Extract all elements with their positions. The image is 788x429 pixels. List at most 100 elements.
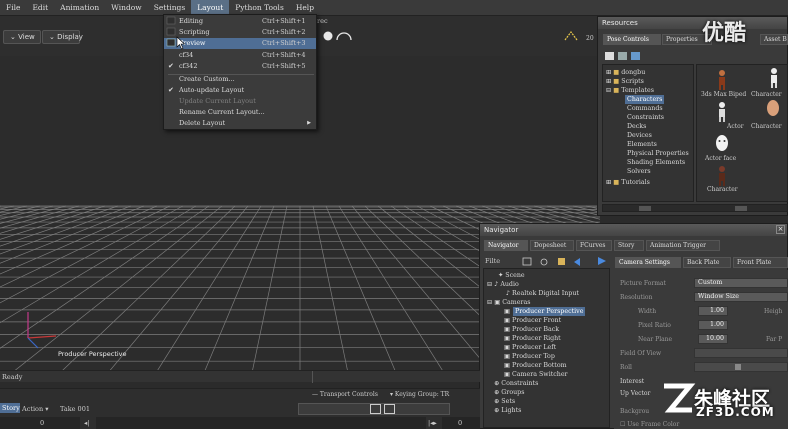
tree-item-templates[interactable]: ⊟ ■ Templates	[606, 86, 654, 95]
tree-item-characters[interactable]: Characters	[625, 95, 665, 104]
timeline-start-icon[interactable]: ◂|	[84, 419, 89, 427]
tree-item-producer-back[interactable]: ▣ Producer Back	[504, 325, 559, 334]
tab-navigator[interactable]: Navigator	[484, 240, 528, 251]
tab-animation-trigger[interactable]: Animation Trigger	[646, 240, 720, 251]
menu-edit[interactable]: Edit	[26, 0, 54, 16]
tree-item-producer-perspective[interactable]: Producer Perspective	[513, 307, 586, 316]
tree-item-sets[interactable]: ⊕ Sets	[494, 397, 515, 406]
layout-menu-update-current[interactable]: Update Current Layout	[164, 96, 316, 107]
layout-menu-dropdown: Editing Ctrl+Shift+1 Scripting Ctrl+Shift+…	[163, 14, 317, 130]
near-plane-label: Near Plane	[638, 336, 673, 343]
tab-story[interactable]: Story	[614, 240, 644, 251]
resources-scrollbar[interactable]	[602, 204, 788, 212]
tree-item-tutorials[interactable]: ⊞ ■ Tutorials	[606, 178, 650, 187]
tree-item-elements[interactable]: Elements	[627, 140, 657, 149]
layout-menu-cf34[interactable]: cf34 Ctrl+Shift+4	[164, 50, 316, 61]
tab-fcurves[interactable]: FCurves	[576, 240, 612, 251]
tree-item-producer-top[interactable]: ▣ Producer Top	[504, 352, 555, 361]
far-plane-label: Far P	[766, 336, 783, 343]
width-input[interactable]: 1.00	[698, 306, 728, 316]
tree-item-dongbu[interactable]: ⊞ ■ dongbu	[606, 68, 645, 77]
menu-window[interactable]: Window	[105, 0, 148, 16]
story-button[interactable]: Story	[0, 403, 20, 413]
viewport-camera-label: Producer Perspective	[58, 350, 127, 358]
scrollbar-thumb[interactable]	[735, 206, 747, 211]
character-asset-icon[interactable]	[765, 67, 783, 89]
tab-camera-settings[interactable]: Camera Settings	[615, 257, 681, 268]
forward-arrow-icon[interactable]	[596, 255, 608, 267]
field-of-view-slider[interactable]	[694, 348, 788, 358]
tree-item-constraints[interactable]: Constraints	[627, 113, 664, 122]
field-of-view-label: Field Of View	[620, 350, 662, 357]
layout-menu-rename-current[interactable]: Rename Current Layout...	[164, 107, 316, 118]
tree-item-solvers[interactable]: Solvers	[627, 167, 651, 176]
tab-back-plate[interactable]: Back Plate	[683, 257, 731, 268]
layout-menu-editing[interactable]: Editing Ctrl+Shift+1	[164, 16, 316, 27]
pixel-ratio-input[interactable]: 1.00	[698, 320, 728, 330]
layout-menu-preview[interactable]: Preview Ctrl+Shift+3	[164, 38, 316, 49]
tree-item-groups[interactable]: ⊕ Groups	[494, 388, 524, 397]
zoom-readout: 20	[586, 35, 594, 42]
resources-view-icons[interactable]	[604, 49, 664, 63]
tree-item-camera-switcher[interactable]: ▣ Camera Switcher	[504, 370, 568, 379]
character-asset-icon[interactable]	[713, 165, 731, 187]
resources-tree: ⊞ ■ dongbu ⊞ ■ Scripts ⊟ ■ Templates Cha…	[602, 64, 694, 202]
layout-menu-auto-update[interactable]: ✔ Auto-update Layout	[164, 85, 316, 96]
scrollbar-thumb[interactable]	[639, 206, 651, 211]
layout-menu-delete-layout[interactable]: Delete Layout ▶	[164, 118, 316, 129]
roll-slider[interactable]	[694, 362, 788, 372]
tab-asset-browser[interactable]: Asset Browser	[760, 34, 788, 45]
thumb-view-icon	[631, 52, 640, 60]
character-face-asset-icon[interactable]	[765, 99, 781, 119]
actor-asset-icon[interactable]	[713, 101, 731, 123]
tree-item-commands[interactable]: Commands	[627, 104, 663, 113]
detail-view-icon	[618, 52, 627, 60]
tree-item-shading-elements[interactable]: Shading Elements	[627, 158, 685, 167]
tree-item-realtek[interactable]: ♪ Realtek Digital Input	[506, 289, 579, 298]
folder-icon: ■	[613, 87, 620, 94]
layout-menu-cf342[interactable]: ✔ cf342 Ctrl+Shift+5	[164, 61, 316, 72]
keyframe-warning-icon[interactable]	[563, 30, 583, 42]
display-button[interactable]: ⌄ Display	[42, 30, 83, 44]
take-dropdown[interactable]: Take 001	[60, 405, 90, 413]
menu-file[interactable]: File	[0, 0, 26, 16]
interest-label: Interest	[620, 378, 645, 385]
roll-label: Roll	[620, 364, 632, 371]
tree-item-producer-bottom[interactable]: ▣ Producer Bottom	[504, 361, 567, 370]
tree-item-physical-properties[interactable]: Physical Properties	[627, 149, 689, 158]
camera-nav-icons[interactable]	[320, 28, 360, 42]
tree-item-producer-front[interactable]: ▣ Producer Front	[504, 316, 561, 325]
biped-asset-icon[interactable]	[713, 69, 731, 91]
layout-menu-create-custom[interactable]: Create Custom...	[164, 74, 316, 85]
resolution-select[interactable]: Window Size	[694, 292, 788, 302]
tab-dopesheet[interactable]: Dopesheet	[530, 240, 574, 251]
tree-item-producer-left[interactable]: ▣ Producer Left	[504, 343, 556, 352]
slider-handle[interactable]	[735, 364, 741, 370]
frame-field[interactable]: 0	[0, 417, 80, 429]
tab-pose-controls[interactable]: Pose Controls	[603, 34, 661, 45]
play-icon[interactable]	[384, 404, 395, 414]
timeline-track[interactable]	[96, 417, 426, 429]
navigator-toolbar-icons[interactable]	[522, 256, 586, 268]
near-plane-input[interactable]: 10.00	[698, 334, 728, 344]
tab-front-plate[interactable]: Front Plate	[733, 257, 788, 268]
layout-menu-scripting[interactable]: Scripting Ctrl+Shift+2	[164, 27, 316, 38]
actor-face-asset-icon[interactable]	[713, 133, 731, 153]
tree-item-devices[interactable]: Devices	[627, 131, 652, 140]
close-icon[interactable]: ×	[776, 225, 785, 234]
end-frame-field[interactable]: 0	[442, 417, 480, 429]
stop-icon[interactable]	[370, 404, 381, 414]
action-dropdown[interactable]: Action ▾	[22, 405, 48, 413]
tree-item-decks[interactable]: Decks	[627, 122, 646, 131]
tree-item-producer-right[interactable]: ▣ Producer Right	[504, 334, 561, 343]
timeline-end-icon[interactable]: |◂▸	[428, 419, 437, 427]
tree-item-scripts[interactable]: ⊞ ■ Scripts	[606, 77, 644, 86]
tree-item-cameras[interactable]: ⊟ ▣ Cameras	[487, 298, 531, 307]
tree-item-constraints[interactable]: ⊕ Constraints	[494, 379, 538, 388]
view-button[interactable]: ⌄ View	[3, 30, 41, 44]
tree-item-lights[interactable]: ⊕ Lights	[494, 406, 521, 415]
tree-item-scene[interactable]: ✦ Scene	[498, 271, 525, 280]
menu-animation[interactable]: Animation	[54, 0, 105, 16]
tree-item-audio[interactable]: ⊟ ♪ Audio	[487, 280, 519, 289]
picture-format-select[interactable]: Custom	[694, 278, 788, 288]
